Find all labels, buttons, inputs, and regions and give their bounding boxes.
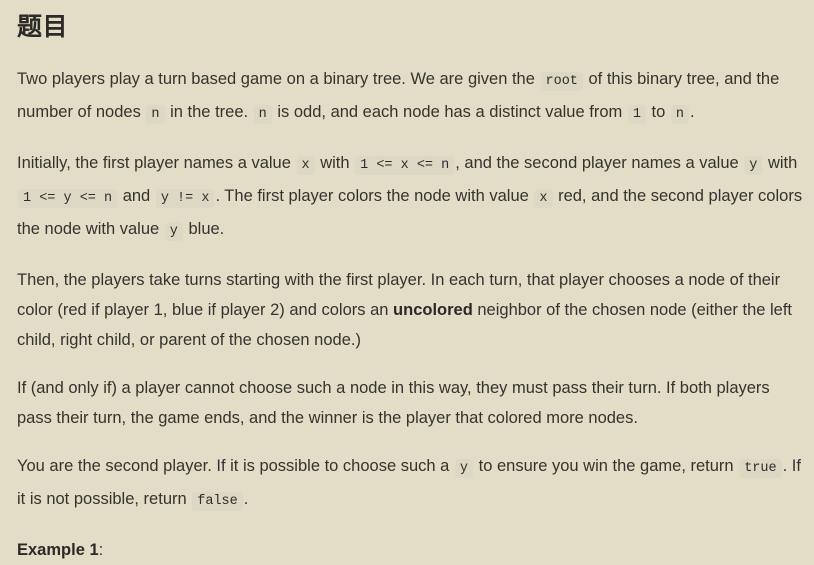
text-fragment: is odd, and each node has a distinct val… [272, 103, 627, 121]
example-colon: : [98, 541, 104, 559]
code-span-x: x [296, 156, 315, 175]
code-span-y: y [164, 222, 183, 241]
page-title: 题目 [17, 13, 69, 41]
emphasis-uncolored: uncolored [393, 301, 473, 319]
text-fragment: blue. [183, 220, 225, 238]
text-fragment: Two players play a turn based game on a … [17, 70, 540, 88]
problem-statement-page: 题目 Two players play a turn based game on… [0, 0, 814, 565]
code-span-true: true [739, 459, 782, 478]
text-fragment: . The first player colors the node with … [215, 187, 534, 205]
code-span-n: n [670, 105, 689, 124]
text-fragment: in the tree. [165, 103, 253, 121]
code-span-y-range: 1 <= y <= n [18, 189, 118, 208]
code-span-one: 1 [627, 105, 646, 124]
text-fragment: with [315, 154, 355, 172]
text-fragment: with [763, 154, 798, 172]
code-span-n: n [146, 105, 165, 124]
code-span-y: y [744, 156, 763, 175]
text-fragment: to [646, 103, 670, 121]
code-span-x: x [534, 189, 553, 208]
paragraph-pass-rules: If (and only if) a player cannot choose … [17, 373, 805, 433]
code-span-false: false [192, 492, 243, 511]
paragraph-initial-setup: Initially, the first player names a valu… [17, 148, 805, 247]
paragraph-turn-rules: Then, the players take turns starting wi… [17, 265, 805, 355]
text-fragment: You are the second player. If it is poss… [17, 457, 454, 475]
code-span-y-neq-x: y != x [155, 189, 215, 208]
text-fragment: Initially, the first player names a valu… [17, 154, 296, 172]
paragraph-problem-intro: Two players play a turn based game on a … [17, 64, 805, 130]
text-fragment: and [118, 187, 155, 205]
paragraph-task: You are the second player. If it is poss… [17, 451, 805, 517]
code-span-root: root [540, 72, 583, 91]
code-span-n: n [253, 105, 272, 124]
text-fragment: . [690, 103, 695, 121]
paragraph-example-heading: Example 1: [17, 535, 805, 565]
code-span-x-range: 1 <= x <= n [355, 156, 455, 175]
text-fragment: to ensure you win the game, return [474, 457, 739, 475]
example-label: Example 1 [17, 541, 99, 559]
code-span-y: y [454, 459, 474, 478]
text-fragment: If (and only if) a player cannot choose … [17, 379, 770, 427]
text-fragment: , and the second player names a value [455, 154, 744, 172]
text-fragment: . [243, 490, 249, 508]
